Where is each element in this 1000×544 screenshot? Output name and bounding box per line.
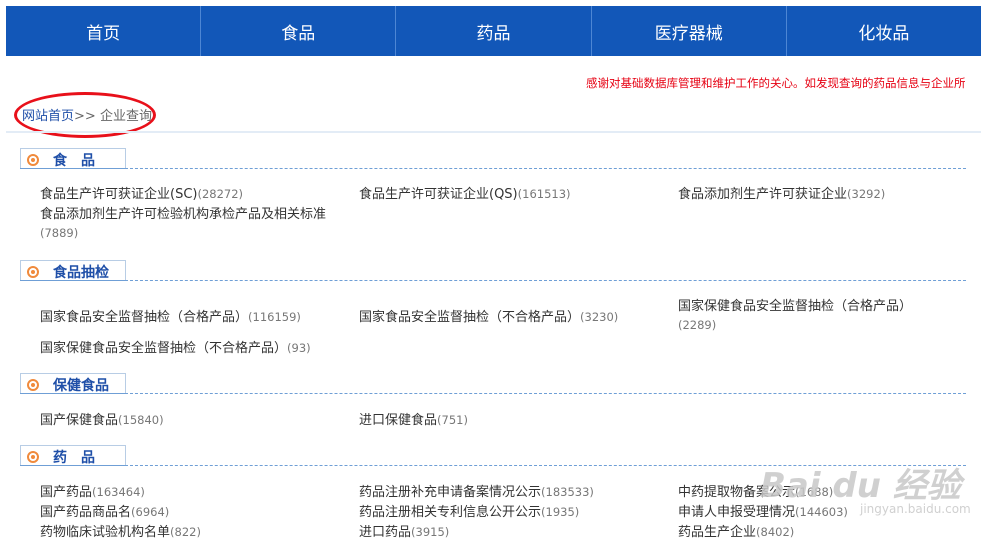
section-header-health-food: 保健食品 <box>20 373 966 395</box>
top-bar: 首页 食品 药品 医疗器械 化妆品 <box>0 0 1000 58</box>
dashed-divider <box>125 168 966 169</box>
dashed-divider <box>125 393 966 394</box>
breadcrumb: 网站首页>> 企业查询 <box>22 105 152 124</box>
nav-food[interactable]: 食品 <box>201 6 397 56</box>
notice-text: 感谢对基础数据库管理和维护工作的关心。如发现查询的药品信息与企业所 <box>586 76 966 90</box>
nav-drugs[interactable]: 药品 <box>396 6 592 56</box>
section-header-food-inspection: 食品抽检 <box>20 260 966 282</box>
list-item[interactable]: 国家食品安全监督抽检（合格产品）(116159) <box>40 308 301 327</box>
tab-underline <box>20 168 125 169</box>
section-title-food-inspection: 食品抽检 <box>53 265 109 281</box>
list-item[interactable]: 中药提取物备案公示(1688) <box>678 483 833 502</box>
list-item[interactable]: 食品添加剂生产许可检验机构承检产品及相关标准(7889) <box>40 206 345 243</box>
header-divider <box>6 131 981 133</box>
section-title-health-food: 保健食品 <box>53 378 109 394</box>
tab-underline <box>20 465 125 466</box>
list-item[interactable]: 国家保健食品安全监督抽检（不合格产品）(93) <box>40 339 311 358</box>
tab-underline <box>20 393 125 394</box>
main-nav: 首页 食品 药品 医疗器械 化妆品 <box>6 6 981 56</box>
list-item[interactable]: 国家食品安全监督抽检（不合格产品）(3230) <box>359 308 618 327</box>
list-item[interactable]: 申请人申报受理情况(144603) <box>678 503 848 522</box>
section-tab: 食品抽检 <box>20 260 126 281</box>
nav-home[interactable]: 首页 <box>6 6 202 56</box>
breadcrumb-separator: >> <box>74 109 96 124</box>
bullet-icon <box>27 154 39 166</box>
list-item[interactable]: 国产药品(163464) <box>40 483 145 502</box>
list-item[interactable]: 国家保健食品安全监督抽检（合格产品）(2289) <box>678 298 928 335</box>
section-header-drugs: 药 品 <box>20 445 966 467</box>
dashed-divider <box>125 280 966 281</box>
list-item[interactable]: 药品生产企业(8402) <box>678 523 794 542</box>
bullet-icon <box>27 379 39 391</box>
section-title-drugs: 药 品 <box>53 450 95 466</box>
list-item[interactable]: 进口药品(3915) <box>359 523 449 542</box>
tab-underline <box>20 280 125 281</box>
list-item[interactable]: 食品生产许可获证企业(QS)(161513) <box>359 185 571 204</box>
dashed-divider <box>125 465 966 466</box>
bullet-icon <box>27 451 39 463</box>
breadcrumb-current: 企业查询 <box>99 109 152 124</box>
list-item[interactable]: 国产药品商品名(6964) <box>40 503 169 522</box>
section-tab: 食 品 <box>20 148 126 169</box>
breadcrumb-area: 网站首页>> 企业查询 <box>12 90 157 138</box>
list-item[interactable]: 药品注册补充申请备案情况公示(183533) <box>359 483 594 502</box>
list-item[interactable]: 进口保健食品(751) <box>359 411 468 430</box>
nav-cosmetics[interactable]: 化妆品 <box>787 6 981 56</box>
bullet-icon <box>27 266 39 278</box>
section-title-food: 食 品 <box>53 153 95 169</box>
nav-medical-devices[interactable]: 医疗器械 <box>592 6 787 56</box>
list-item[interactable]: 食品生产许可获证企业(SC)(28272) <box>40 185 243 204</box>
section-tab: 药 品 <box>20 445 126 466</box>
list-item[interactable]: 食品添加剂生产许可获证企业(3292) <box>678 185 885 204</box>
list-item[interactable]: 药品注册相关专利信息公开公示(1935) <box>359 503 579 522</box>
section-header-food: 食 品 <box>20 148 966 170</box>
list-item[interactable]: 国产保健食品(15840) <box>40 411 164 430</box>
section-tab: 保健食品 <box>20 373 126 394</box>
watermark-url: jingyan.baidu.com <box>860 502 971 516</box>
list-item[interactable]: 药物临床试验机构名单(822) <box>40 523 201 542</box>
breadcrumb-home-link[interactable]: 网站首页 <box>22 109 74 124</box>
